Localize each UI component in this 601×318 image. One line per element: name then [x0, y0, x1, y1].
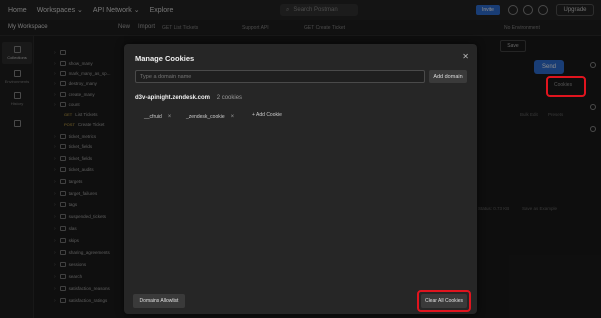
highlight-box — [546, 76, 586, 97]
add-domain-button[interactable]: Add domain — [429, 70, 467, 83]
domain-name: d3v-apinight.zendesk.com — [135, 95, 211, 101]
domain-input[interactable] — [135, 70, 425, 83]
highlight-box — [417, 290, 471, 312]
cookie-name[interactable]: __cfruid — [144, 114, 162, 120]
cookie-chip[interactable]: __cfruid × — [144, 112, 171, 122]
domain-row: d3v-apinight.zendesk.com 2 cookies — [135, 95, 242, 101]
postman-app: Home Workspaces ⌄ API Network ⌄ Explore … — [0, 0, 601, 318]
cookie-chip[interactable]: _zendesk_cookie × — [186, 112, 234, 122]
cookie-name[interactable]: _zendesk_cookie — [186, 114, 225, 120]
close-icon[interactable]: ✕ — [462, 52, 469, 61]
manage-cookies-modal: Manage Cookies ✕ Add domain d3v-apinight… — [124, 44, 477, 314]
remove-cookie-icon[interactable]: × — [168, 114, 172, 120]
remove-cookie-icon[interactable]: × — [231, 114, 235, 120]
modal-title: Manage Cookies — [135, 54, 195, 63]
add-cookie-link[interactable]: + Add Cookie — [252, 112, 282, 118]
cookie-count: 2 cookies — [216, 95, 243, 101]
domains-allowlist-button[interactable]: Domains Allowlist — [133, 294, 185, 308]
